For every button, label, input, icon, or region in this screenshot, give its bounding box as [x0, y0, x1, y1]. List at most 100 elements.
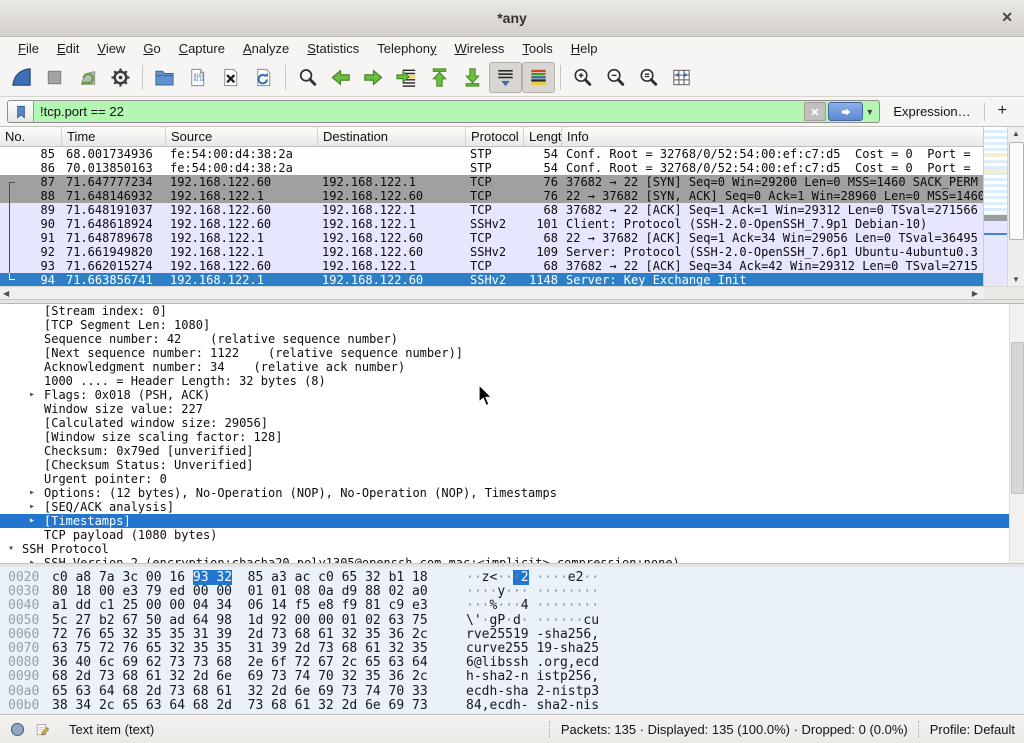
packet-row[interactable]: 8871.648146932192.168.122.1192.168.122.6…: [0, 189, 984, 203]
reload-file-button[interactable]: [247, 62, 280, 93]
expert-info-button[interactable]: [9, 721, 26, 738]
hex-row[interactable]: 007063 75 72 76 65 32 35 35 31 39 2d 73 …: [0, 642, 1024, 656]
detail-row[interactable]: Sequence number: 42 (relative sequence n…: [0, 332, 1010, 346]
hex-ascii[interactable]: \'·gP·d· ······cu: [452, 614, 599, 628]
hex-ascii[interactable]: curve255 19-sha25: [452, 642, 599, 656]
packet-detail-pane[interactable]: [Stream index: 0][TCP Segment Len: 1080]…: [0, 303, 1024, 563]
detail-row[interactable]: ▸Flags: 0x018 (PSH, ACK): [0, 388, 1010, 402]
hex-ascii[interactable]: ····y··· ········: [452, 585, 599, 599]
detail-scroll-thumb[interactable]: [1011, 342, 1024, 494]
packet-list-vscrollbar[interactable]: ▲ ▼: [1007, 127, 1024, 287]
resize-columns-button[interactable]: [665, 62, 698, 93]
hex-bytes[interactable]: 68 2d 73 68 61 32 2d 6e 69 73 74 70 32 3…: [52, 670, 452, 684]
hex-row[interactable]: 00505c 27 b2 67 50 ad 64 98 1d 92 00 00 …: [0, 614, 1024, 628]
column-header-info[interactable]: Info: [562, 127, 984, 146]
go-back-button[interactable]: [324, 62, 357, 93]
packet-row[interactable]: 9371.662015274192.168.122.60192.168.122.…: [0, 259, 984, 273]
splitter-grip[interactable]: ······: [497, 562, 527, 568]
detail-row[interactable]: ▾SSH Protocol: [0, 542, 1010, 556]
scroll-right-icon[interactable]: ▶: [972, 288, 978, 299]
menu-statistics[interactable]: Statistics: [298, 39, 368, 58]
filter-text[interactable]: !tcp.port == 22: [34, 104, 804, 119]
detail-row[interactable]: [Window size scaling factor: 128]: [0, 430, 1010, 444]
collapsed-triangle-icon[interactable]: ▸: [29, 486, 35, 500]
hex-bytes[interactable]: 38 34 2c 65 63 64 68 2d 73 68 61 32 2d 6…: [52, 699, 452, 713]
detail-row[interactable]: Urgent pointer: 0: [0, 472, 1010, 486]
detail-row[interactable]: [Stream index: 0]: [0, 304, 1010, 318]
hex-bytes[interactable]: 72 76 65 32 35 35 31 39 2d 73 68 61 32 3…: [52, 628, 452, 642]
open-file-button[interactable]: [148, 62, 181, 93]
hex-ascii[interactable]: 84,ecdh- sha2-nis: [452, 699, 599, 713]
detail-row[interactable]: 1000 .... = Header Length: 32 bytes (8): [0, 374, 1010, 388]
zoom-out-button[interactable]: [599, 62, 632, 93]
collapsed-triangle-icon[interactable]: ▸: [29, 500, 35, 514]
hex-ascii[interactable]: ···%···4 ········: [452, 599, 599, 613]
packet-row[interactable]: 8568.001734936fe:54:00:d4:38:2aSTP54Conf…: [0, 147, 984, 161]
menu-wireless[interactable]: Wireless: [446, 39, 514, 58]
hex-ascii[interactable]: rve25519 -sha256,: [452, 628, 599, 642]
packet-row[interactable]: 8670.013850163fe:54:00:d4:38:2aSTP54Conf…: [0, 161, 984, 175]
display-filter-input[interactable]: !tcp.port == 22 ▼: [7, 100, 880, 123]
column-header-time[interactable]: Time: [62, 127, 166, 146]
start-capture-button[interactable]: [5, 62, 38, 93]
packet-row[interactable]: 9171.648789678192.168.122.1192.168.122.6…: [0, 231, 984, 245]
stop-capture-button[interactable]: [38, 62, 71, 93]
hex-row[interactable]: 0020c0 a8 7a 3c 00 16 93 32 85 a3 ac c0 …: [0, 571, 1024, 585]
packet-row[interactable]: 9471.663856741192.168.122.1192.168.122.6…: [0, 273, 984, 287]
collapsed-triangle-icon[interactable]: ▸: [29, 556, 35, 563]
capture-comment-button[interactable]: [34, 721, 51, 738]
detail-vscrollbar[interactable]: [1009, 304, 1024, 563]
restart-capture-button[interactable]: [71, 62, 104, 93]
menu-capture[interactable]: Capture: [170, 39, 234, 58]
menu-analyze[interactable]: Analyze: [234, 39, 298, 58]
menu-help[interactable]: Help: [562, 39, 607, 58]
detail-row[interactable]: ▸[Timestamps]: [0, 514, 1010, 528]
menu-file[interactable]: File: [9, 39, 48, 58]
detail-row[interactable]: Window size value: 227: [0, 402, 1010, 416]
hex-ascii[interactable]: ··z<···2 ····e2··: [452, 571, 599, 585]
detail-row[interactable]: [Calculated window size: 29056]: [0, 416, 1010, 430]
hex-row[interactable]: 006072 76 65 32 35 35 31 39 2d 73 68 61 …: [0, 628, 1024, 642]
collapsed-triangle-icon[interactable]: ▸: [29, 388, 35, 402]
packet-row[interactable]: 9271.661949820192.168.122.1192.168.122.6…: [0, 245, 984, 259]
detail-row[interactable]: ▸Options: (12 bytes), No-Operation (NOP)…: [0, 486, 1010, 500]
hex-bytes[interactable]: 63 75 72 76 65 32 35 35 31 39 2d 73 68 6…: [52, 642, 452, 656]
menu-edit[interactable]: Edit: [48, 39, 88, 58]
hex-bytes[interactable]: 65 63 64 68 2d 73 68 61 32 2d 6e 69 73 7…: [52, 685, 452, 699]
detail-row[interactable]: TCP payload (1080 bytes): [0, 528, 1010, 542]
vscroll-thumb[interactable]: [1009, 142, 1024, 240]
hex-row[interactable]: 00b038 34 2c 65 63 64 68 2d 73 68 61 32 …: [0, 699, 1024, 713]
filter-clear-button[interactable]: [804, 102, 826, 121]
go-forward-button[interactable]: [357, 62, 390, 93]
scroll-up-icon[interactable]: ▲: [1008, 127, 1024, 141]
filter-apply-dropdown[interactable]: ▼: [864, 107, 879, 117]
hex-row[interactable]: 003080 18 00 e3 79 ed 00 00 01 01 08 0a …: [0, 585, 1024, 599]
save-file-button[interactable]: 01010110: [181, 62, 214, 93]
menu-view[interactable]: View: [88, 39, 134, 58]
hex-bytes[interactable]: 5c 27 b2 67 50 ad 64 98 1d 92 00 00 01 0…: [52, 614, 452, 628]
hex-ascii[interactable]: 6@libssh .org,ecd: [452, 656, 599, 670]
menu-telephony[interactable]: Telephony: [368, 39, 445, 58]
hex-row[interactable]: 0040a1 dd c1 25 00 00 04 34 06 14 f5 e8 …: [0, 599, 1024, 613]
auto-scroll-button[interactable]: [489, 62, 522, 93]
hex-bytes[interactable]: 80 18 00 e3 79 ed 00 00 01 01 08 0a d9 8…: [52, 585, 452, 599]
go-to-packet-button[interactable]: [390, 62, 423, 93]
menu-tools[interactable]: Tools: [513, 39, 561, 58]
detail-row[interactable]: ▸[SEQ/ACK analysis]: [0, 500, 1010, 514]
packet-row[interactable]: 8971.648191037192.168.122.60192.168.122.…: [0, 203, 984, 217]
filter-bookmark-button[interactable]: [8, 101, 34, 122]
hex-bytes[interactable]: c0 a8 7a 3c 00 16 93 32 85 a3 ac c0 65 3…: [52, 571, 452, 585]
close-icon[interactable]: ✕: [1001, 9, 1013, 25]
close-file-button[interactable]: [214, 62, 247, 93]
expression-button[interactable]: Expression…: [887, 104, 976, 119]
column-header-destination[interactable]: Destination: [318, 127, 466, 146]
colorize-button[interactable]: [522, 62, 555, 93]
menu-go[interactable]: Go: [134, 39, 169, 58]
column-header-protocol[interactable]: Protocol: [466, 127, 524, 146]
hex-bytes[interactable]: 36 40 6c 69 62 73 73 68 2e 6f 72 67 2c 6…: [52, 656, 452, 670]
zoom-in-button[interactable]: [566, 62, 599, 93]
collapsed-triangle-icon[interactable]: ▸: [29, 514, 35, 528]
add-filter-button[interactable]: +: [992, 102, 1017, 122]
hex-bytes[interactable]: a1 dd c1 25 00 00 04 34 06 14 f5 e8 f9 8…: [52, 599, 452, 613]
go-last-button[interactable]: [456, 62, 489, 93]
